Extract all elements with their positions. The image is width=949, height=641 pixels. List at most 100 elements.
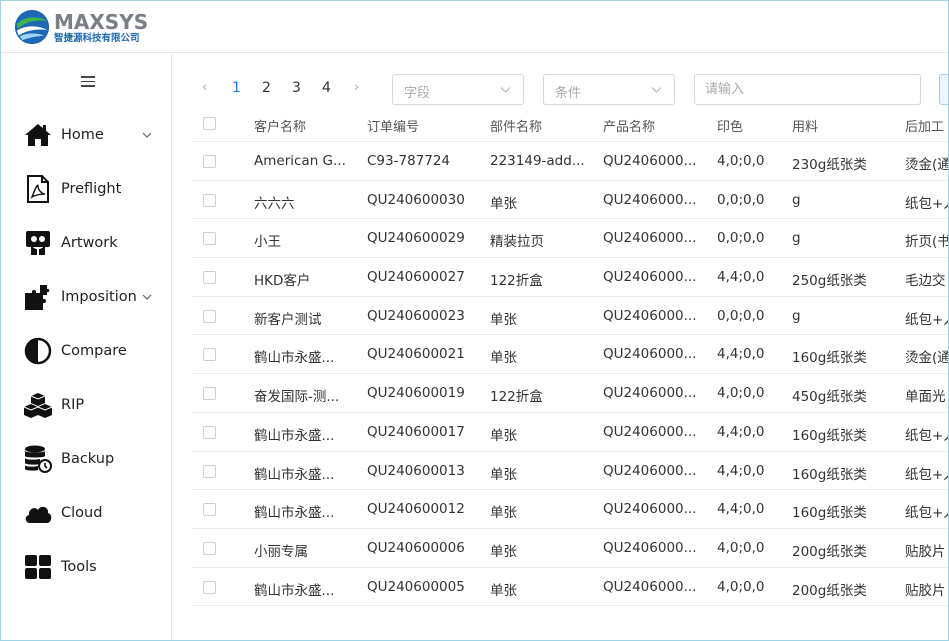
table-row[interactable]: HKD客户 QU240600027 122折盒 QU2406000... 4,4;0,0… (191, 258, 948, 297)
main-content: ‹ 1 2 3 4 › 字段 条件 客户名称 订单编号 部件名称 产品名称 印色… (173, 54, 948, 640)
sidebar-item-home[interactable]: Home (1, 115, 172, 155)
maxsys-logo-icon (14, 9, 50, 45)
row-checkbox[interactable] (203, 348, 216, 362)
sidebar-item-label: Compare (61, 343, 127, 359)
brand-logo[interactable]: MAXSYS 智捷源科技有限公司 (13, 8, 148, 46)
page-1-button[interactable]: 1 (232, 80, 241, 96)
table-row[interactable]: 鹤山市永盛... QU240600017 单张 QU2406000... 4,4;0,0… (191, 413, 948, 452)
sidebar-item-imposition[interactable]: Imposition (1, 277, 172, 317)
table-row[interactable]: 奋发国际-测... QU240600019 122折盒 QU2406000... 4,0… (191, 374, 948, 413)
hamburger-icon[interactable] (81, 76, 95, 87)
cell-customer: 鹤山市永盛... (254, 466, 335, 483)
cell-product-name: QU2406000... (603, 307, 697, 324)
cell-order-no: QU240600013 (367, 462, 465, 479)
row-checkbox[interactable] (203, 425, 216, 439)
cell-post-processing: 纸包+人 (905, 311, 948, 328)
cell-material: g (792, 230, 801, 247)
row-checkbox[interactable] (203, 232, 216, 246)
cell-part-name: 单张 (490, 311, 517, 328)
column-header-material[interactable]: 用料 (792, 116, 818, 135)
column-header-color[interactable]: 印色 (717, 116, 743, 135)
row-checkbox[interactable] (203, 503, 216, 517)
sidebar-item-compare[interactable]: Compare (1, 331, 172, 371)
sidebar: Home Preflight Artwork Imposition Compar… (1, 54, 172, 640)
cell-customer: American G... (254, 153, 346, 169)
cubes-icon (23, 390, 53, 420)
row-checkbox[interactable] (203, 309, 216, 323)
cell-post-processing: 纸包+人 (905, 195, 948, 212)
table-row[interactable]: 鹤山市永盛... QU240600005 单张 QU2406000... 4,0;0,0… (191, 568, 948, 607)
cell-material: 160g纸张类 (792, 505, 867, 522)
search-input[interactable] (694, 74, 921, 105)
table-row[interactable]: 小丽专属 QU240600006 单张 QU2406000... 4,0;0,0 200g… (191, 529, 948, 568)
top-header: MAXSYS 智捷源科技有限公司 (1, 1, 948, 53)
sidebar-item-rip[interactable]: RIP (1, 385, 172, 425)
sidebar-item-backup[interactable]: Backup (1, 439, 172, 479)
cell-material: 160g纸张类 (792, 350, 867, 367)
database-icon (23, 444, 53, 474)
filter-toolbar: ‹ 1 2 3 4 › 字段 条件 (173, 74, 948, 106)
cell-customer: 小丽专属 (254, 543, 308, 560)
table-row[interactable]: 新客户测试 QU240600023 单张 QU2406000... 0,0;0,0 g 纸包… (191, 297, 948, 336)
cell-customer: 鹤山市永盛... (254, 505, 335, 522)
row-checkbox[interactable] (203, 464, 216, 478)
cell-color: 4,0;0,0 (717, 539, 765, 556)
cell-order-no: QU240600005 (367, 578, 465, 595)
cell-product-name: QU2406000... (603, 462, 697, 479)
cloud-icon (23, 498, 53, 528)
cell-part-name: 精装拉页 (490, 234, 544, 251)
page-2-button[interactable]: 2 (262, 80, 271, 96)
sidebar-item-artwork[interactable]: Artwork (1, 223, 172, 263)
prev-page-button[interactable]: ‹ (202, 80, 207, 95)
cell-color: 4,4;0,0 (717, 462, 765, 479)
cell-color: 4,0;0,0 (717, 385, 765, 402)
table-row[interactable]: 小王 QU240600029 精装拉页 QU2406000... 0,0;0,0 g 折页(… (191, 219, 948, 259)
cell-post-processing: 贴胶片 (905, 543, 946, 560)
row-checkbox[interactable] (203, 387, 216, 401)
row-checkbox[interactable] (203, 193, 216, 207)
field-select[interactable]: 字段 (392, 74, 524, 105)
row-checkbox[interactable] (203, 155, 216, 168)
row-checkbox[interactable] (203, 541, 216, 555)
cell-customer: HKD客户 (254, 273, 311, 290)
cell-part-name: 单张 (490, 466, 517, 483)
column-header-customer[interactable]: 客户名称 (254, 116, 306, 135)
cell-customer: 奋发国际-测... (254, 389, 340, 406)
cell-product-name: QU2406000... (603, 423, 697, 440)
table-row[interactable]: 鹤山市永盛... QU240600013 单张 QU2406000... 4,4;0,0… (191, 452, 948, 491)
next-page-button[interactable]: › (354, 80, 359, 95)
column-header-product-name[interactable]: 产品名称 (603, 116, 655, 135)
row-checkbox[interactable] (203, 271, 216, 285)
cell-material: 160g纸张类 (792, 427, 867, 444)
cell-product-name: QU2406000... (603, 501, 697, 518)
sidebar-item-tools[interactable]: Tools (1, 547, 172, 587)
page-3-button[interactable]: 3 (292, 80, 301, 96)
table-row[interactable]: 六六六 QU240600030 单张 QU2406000... 0,0;0,0 g 纸包+人 (191, 181, 948, 220)
condition-select[interactable]: 条件 (543, 74, 675, 105)
chevron-down-icon (500, 87, 511, 93)
table-row[interactable]: 鹤山市永盛... QU240600012 单张 QU2406000... 4,4;0,0… (191, 490, 948, 529)
cell-product-name: QU2406000... (603, 346, 697, 363)
select-all-checkbox[interactable] (203, 117, 216, 130)
table-row[interactable]: 鹤山市永盛... QU240600021 单张 QU2406000... 4,4;0,0… (191, 335, 948, 375)
sidebar-item-cloud[interactable]: Cloud (1, 493, 172, 533)
column-header-order-no[interactable]: 订单编号 (367, 116, 419, 135)
table-header: 客户名称 订单编号 部件名称 产品名称 印色 用料 后加工 (191, 106, 948, 142)
brand-subtitle: 智捷源科技有限公司 (54, 32, 140, 44)
table-row[interactable]: American G... C93-787724 223149-add... QU24… (191, 142, 948, 181)
cell-color: 4,4;0,0 (717, 501, 765, 518)
orders-table: 客户名称 订单编号 部件名称 产品名称 印色 用料 后加工 American G… (191, 106, 948, 607)
row-checkbox[interactable] (203, 580, 216, 594)
column-header-part-name[interactable]: 部件名称 (490, 116, 542, 135)
cell-product-name: QU2406000... (603, 269, 697, 286)
page-4-button[interactable]: 4 (322, 80, 331, 96)
sidebar-item-label: Cloud (61, 505, 103, 521)
sidebar-item-label: Backup (61, 451, 115, 467)
cell-product-name: QU2406000... (603, 191, 697, 208)
cell-order-no: QU240600021 (367, 346, 465, 363)
sidebar-item-preflight[interactable]: Preflight (1, 169, 172, 209)
cell-part-name: 单张 (490, 427, 517, 444)
cell-post-processing: 纸包+人 (905, 466, 948, 483)
search-button[interactable] (939, 74, 948, 105)
column-header-post-processing[interactable]: 后加工 (905, 116, 944, 135)
